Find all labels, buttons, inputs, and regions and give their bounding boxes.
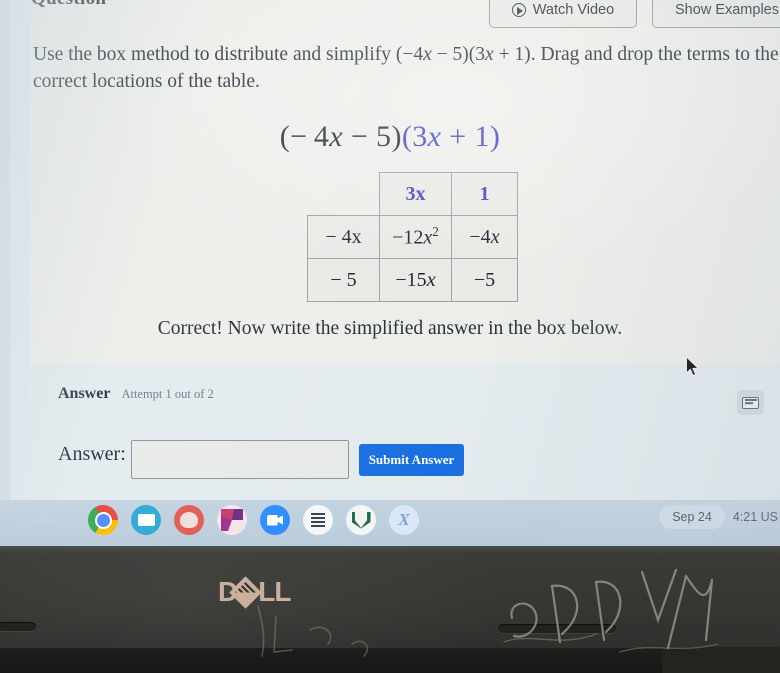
feedback-message: Correct! Now write the simplified answer… xyxy=(157,318,623,339)
page-gutter xyxy=(0,0,30,500)
dell-logo: D LL xyxy=(218,575,291,609)
table-column-header-1[interactable]: 1 xyxy=(451,172,518,216)
answer-field-label: Answer: xyxy=(58,443,126,465)
table-column-header-0[interactable]: 3x xyxy=(379,172,452,216)
keyboard-icon xyxy=(742,396,759,409)
shelf-icon-chrome[interactable] xyxy=(88,505,118,535)
watch-video-label: Watch Video xyxy=(532,2,615,18)
table-cell-0-1[interactable]: −4x xyxy=(451,215,518,259)
dell-logo-ll: LL xyxy=(258,576,291,607)
expression-right-factor: (3x + 1) xyxy=(401,120,501,153)
screenshot-root: Question Watch Video Show Examples Use t… xyxy=(0,0,780,673)
shelf-app-list xyxy=(88,505,419,535)
table-row-header-0[interactable]: − 4x xyxy=(307,215,380,259)
shelf-date[interactable]: Sep 24 xyxy=(659,505,725,529)
table-cell-1-1[interactable]: −5 xyxy=(451,258,518,302)
shelf-icon-purple-app[interactable] xyxy=(217,505,247,535)
expression-left-factor: (− 4x − 5) xyxy=(279,120,402,153)
table-row-header-1[interactable]: − 5 xyxy=(307,258,380,302)
submit-answer-button[interactable]: Submit Answer xyxy=(359,444,464,476)
prompt-inline-expression: (−4x − 5)(3x + 1) xyxy=(395,44,531,65)
table-cell-1-0[interactable]: −15x xyxy=(379,258,452,302)
laptop-corner-notch xyxy=(662,647,780,673)
shelf-icon-news[interactable] xyxy=(131,505,161,535)
show-examples-label: Show Examples xyxy=(675,2,779,18)
table-header-row: 3x 1 xyxy=(308,172,518,216)
answer-title: Answer xyxy=(58,385,111,402)
laptop-vent-right xyxy=(498,624,616,633)
question-label: Question xyxy=(31,0,106,10)
answer-header: Answer Attempt 1 out of 2 xyxy=(58,385,214,403)
shelf-icon-green-app[interactable] xyxy=(346,505,376,535)
play-circle-icon xyxy=(511,3,526,17)
shelf-icon-x-app[interactable] xyxy=(389,505,419,535)
laptop-vent-left xyxy=(0,622,36,631)
prompt-text-before: Use the box method to distribute and sim… xyxy=(33,44,396,65)
table-cell-0-0[interactable]: −12x2 xyxy=(379,215,452,259)
problem-expression: (− 4x − 5)(3x + 1) xyxy=(0,120,780,154)
shelf-status-area: Sep 24 4:21 US xyxy=(659,505,780,529)
answer-input[interactable] xyxy=(131,440,349,479)
box-method-table: 3x 1 − 4x −12x2 −4x − 5 −15x −5 xyxy=(307,172,518,302)
shelf-icon-art[interactable] xyxy=(174,505,204,535)
attempt-counter: Attempt 1 out of 2 xyxy=(121,387,214,401)
keyboard-toggle-button[interactable] xyxy=(737,390,764,415)
table-row: − 4x −12x2 −4x xyxy=(307,215,518,259)
show-examples-button[interactable]: Show Examples xyxy=(652,0,780,28)
watch-video-button[interactable]: Watch Video xyxy=(489,0,637,28)
shelf-icon-qr-code[interactable] xyxy=(303,505,333,535)
question-prompt: Use the box method to distribute and sim… xyxy=(33,42,780,96)
table-corner-cell xyxy=(308,173,380,216)
shelf-clock[interactable]: 4:21 US xyxy=(733,510,780,524)
page-gutter-inner xyxy=(10,0,30,500)
shelf-icon-zoom[interactable] xyxy=(260,505,290,535)
table-row: − 5 −15x −5 xyxy=(307,258,518,302)
laptop-screen: Question Watch Video Show Examples Use t… xyxy=(0,0,780,546)
